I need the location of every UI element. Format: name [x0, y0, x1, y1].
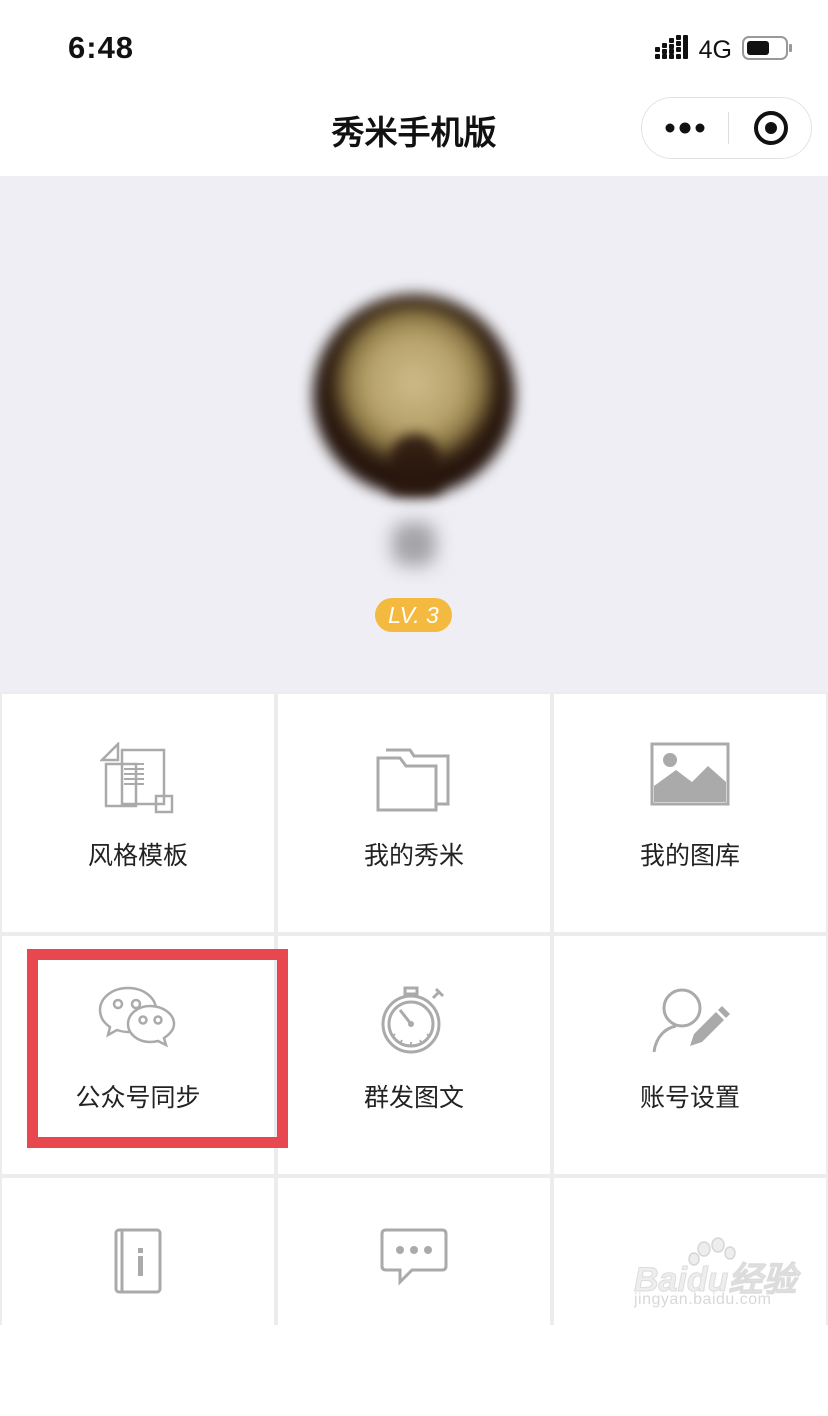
user-edit-icon: [554, 984, 826, 1056]
annotation-highlight-box: [27, 949, 288, 1148]
stopwatch-icon: [278, 984, 550, 1056]
profile-header: LV. 3: [0, 176, 828, 692]
close-mini-program-button[interactable]: [729, 98, 812, 158]
target-close-icon: [753, 111, 788, 145]
menu-item-mass-send[interactable]: 群发图文: [278, 936, 550, 1174]
status-indicators: 4G: [654, 34, 794, 66]
menu-item-messages[interactable]: [278, 1178, 550, 1416]
more-options-button[interactable]: [642, 98, 728, 158]
status-time: 6:48: [68, 30, 135, 65]
watermark-url: jingyan.baidu.com: [634, 1291, 772, 1308]
battery-icon: [742, 35, 794, 66]
menu-item-label: 账号设置: [639, 1083, 740, 1112]
menu-item-account-settings[interactable]: 账号设置: [554, 936, 826, 1174]
signal-icon: [654, 34, 689, 66]
avatar-detail: [390, 434, 440, 494]
menu-item-style-templates[interactable]: 风格模板: [2, 694, 274, 932]
folder-icon: [278, 742, 550, 814]
mini-program-capsule: [641, 97, 812, 159]
menu-item-my-gallery[interactable]: 我的图库: [554, 694, 826, 932]
info-book-icon: [2, 1226, 274, 1298]
nickname-blurred: [392, 522, 436, 566]
level-badge: LV. 3: [375, 598, 452, 632]
more-dots-icon: [665, 122, 705, 134]
network-type: 4G: [698, 35, 732, 64]
menu-item-info[interactable]: [2, 1178, 274, 1416]
menu-item-my-xiumi[interactable]: 我的秀米: [278, 694, 550, 932]
chat-bubble-icon: [278, 1226, 550, 1298]
menu-item-label: 我的图库: [639, 841, 740, 870]
nav-bar: 秀米手机版: [0, 96, 828, 176]
status-bar: 6:48 4G: [0, 0, 828, 96]
image-gallery-icon: [554, 742, 826, 814]
menu-item-label: 风格模板: [87, 841, 188, 870]
menu-item-label: 群发图文: [363, 1083, 464, 1112]
template-icon: [2, 742, 274, 814]
menu-item-label: 我的秀米: [363, 841, 464, 870]
